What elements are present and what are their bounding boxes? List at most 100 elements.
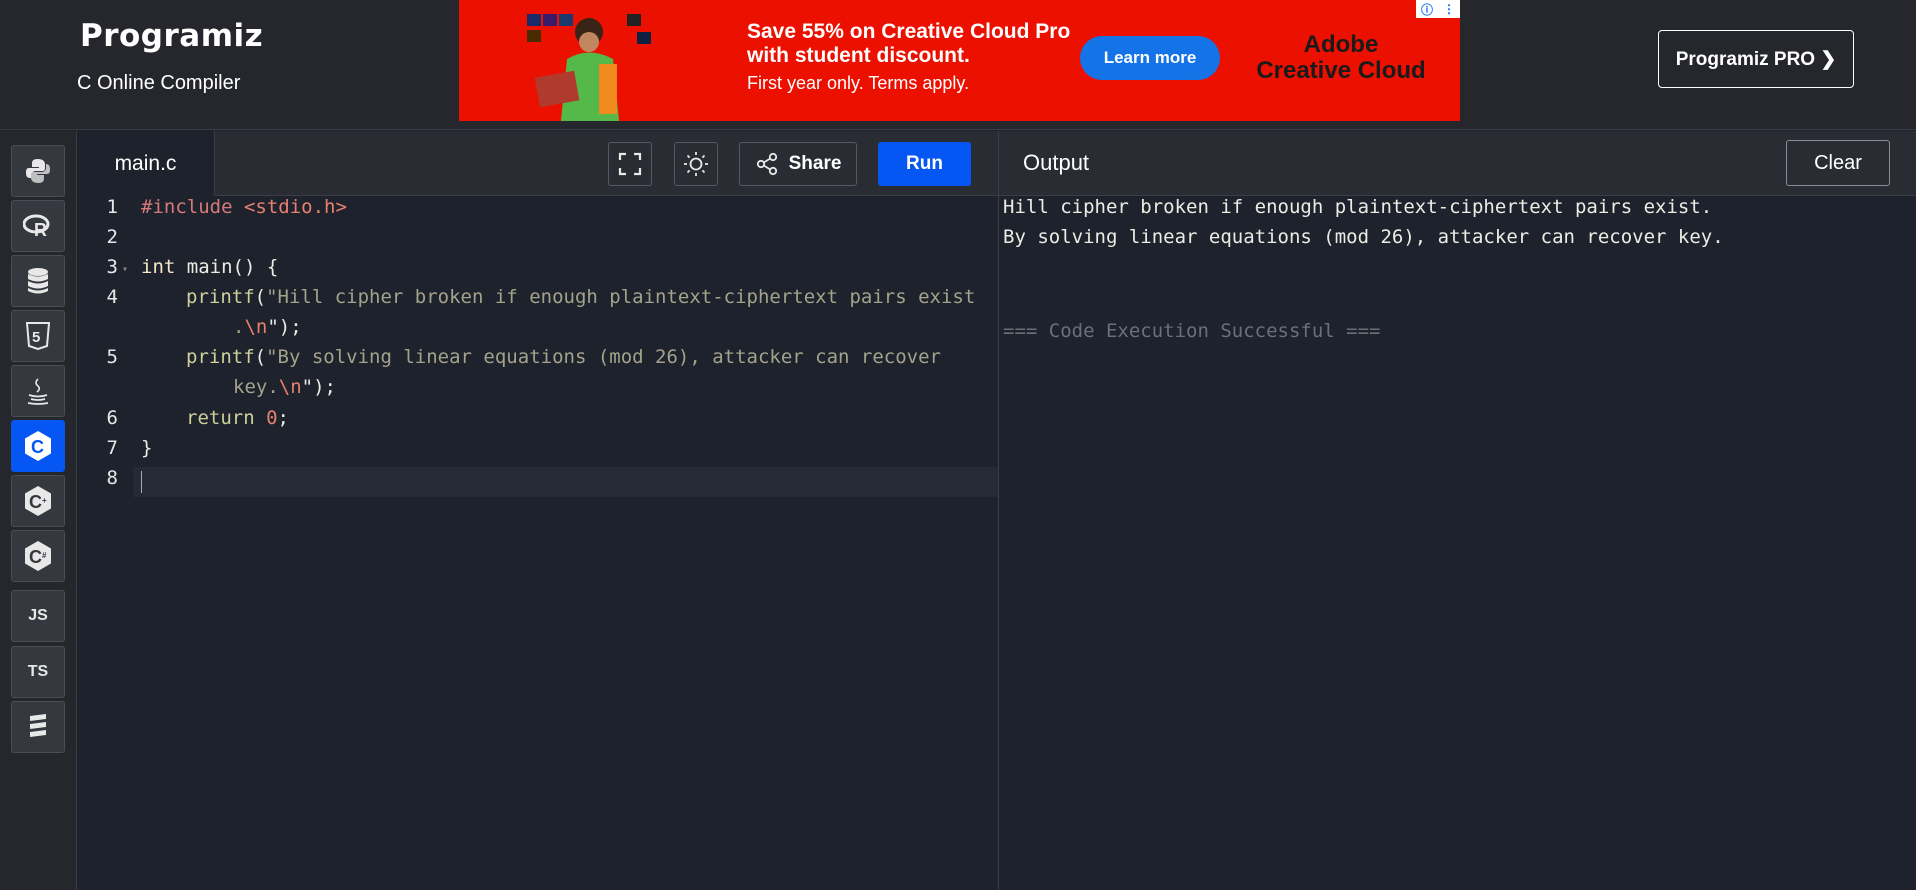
- svg-text:#: #: [42, 551, 47, 560]
- editor-toolbar: main.c Share Run: [77, 131, 998, 196]
- line-number: 4: [106, 286, 118, 308]
- code-token: \n: [244, 316, 268, 338]
- execution-status: === Code Execution Successful ===: [1003, 320, 1381, 342]
- database-icon: [28, 268, 48, 294]
- ad-headline-line2: with student discount.: [747, 44, 970, 67]
- code-line: printf("Hill cipher broken if enough pla…: [186, 282, 975, 312]
- ad-subline: First year only. Terms apply.: [747, 73, 970, 93]
- run-button[interactable]: Run: [878, 142, 971, 186]
- code-line: printf("By solving linear equations (mod…: [186, 342, 941, 372]
- svg-text:5: 5: [32, 329, 40, 346]
- language-sidebar: R 5 C C + C # JS TS: [0, 131, 77, 890]
- code-token: printf: [186, 286, 255, 308]
- ad-learn-more-button[interactable]: Learn more: [1080, 36, 1220, 80]
- ts-label: TS: [27, 663, 49, 680]
- code-line: }: [141, 433, 152, 463]
- code-line: key.\n");: [233, 372, 336, 402]
- programiz-logo[interactable]: Programiz: [80, 18, 263, 54]
- code-token: }: [141, 437, 153, 459]
- line-number: 1: [106, 196, 118, 218]
- code-line: int main() {: [141, 252, 278, 282]
- r-icon: R: [23, 214, 50, 239]
- sidebar-item-html[interactable]: 5: [11, 310, 65, 362]
- code-token: 0: [266, 407, 278, 429]
- sidebar-item-java[interactable]: [11, 365, 65, 417]
- code-token: main() {: [175, 256, 279, 278]
- c-icon: C: [25, 431, 51, 461]
- java-icon: [27, 378, 49, 405]
- code-line: .\n");: [233, 312, 302, 342]
- code-token: "Hill cipher broken if enough plaintext-…: [266, 286, 976, 308]
- line-number: 6: [106, 407, 118, 429]
- output-line: Hill cipher broken if enough plaintext-c…: [1003, 196, 1713, 218]
- info-icon[interactable]: ⓘ: [1421, 1, 1433, 18]
- sidebar-item-r[interactable]: R: [11, 200, 65, 252]
- fullscreen-button[interactable]: [608, 142, 652, 186]
- sidebar-item-cpp[interactable]: C +: [11, 475, 65, 527]
- sidebar-item-typescript[interactable]: TS: [11, 646, 65, 698]
- output-console: Hill cipher broken if enough plaintext-c…: [999, 196, 1916, 890]
- sidebar-item-sql[interactable]: [11, 255, 65, 307]
- code-token: printf: [186, 346, 255, 368]
- line-number: 5: [106, 346, 118, 368]
- ad-info-badge[interactable]: ⓘ ⋮: [1416, 0, 1460, 18]
- ad-illustration-icon: [527, 14, 651, 121]
- code-token: int: [141, 256, 176, 278]
- code-token: .: [233, 316, 245, 338]
- sidebar-item-python[interactable]: [11, 145, 65, 197]
- code-token: ;: [277, 407, 289, 429]
- output-title: Output: [1023, 150, 1090, 175]
- code-token: (: [254, 346, 267, 368]
- code-token: #include: [141, 196, 244, 218]
- ad-menu-icon[interactable]: ⋮: [1443, 2, 1455, 16]
- sidebar-item-csharp[interactable]: C #: [11, 530, 65, 582]
- sidebar-item-swift[interactable]: [11, 701, 65, 753]
- sidebar-item-c[interactable]: C: [11, 420, 65, 472]
- code-token: key.: [233, 376, 279, 398]
- html5-icon: 5: [25, 322, 51, 350]
- code-token: ");: [267, 316, 302, 338]
- page-subtitle: C Online Compiler: [77, 72, 241, 94]
- line-number: 7: [106, 437, 118, 459]
- line-number: 2: [106, 226, 118, 248]
- ad-headline: Save 55% on Creative Cloud Pro with stud…: [747, 20, 1070, 68]
- theme-toggle-button[interactable]: [674, 142, 718, 186]
- svg-text:+: +: [42, 496, 47, 505]
- share-button[interactable]: Share: [739, 142, 857, 186]
- code-token: (: [254, 286, 267, 308]
- output-line: By solving linear equations (mod 26), at…: [1003, 226, 1724, 248]
- text-cursor: [141, 471, 142, 493]
- fullscreen-icon: [618, 152, 642, 176]
- code-token: ");: [301, 376, 336, 398]
- code-token: <stdio.h>: [243, 196, 347, 218]
- ad-brand-line2: Creative Cloud: [1256, 57, 1426, 84]
- cpp-icon: C +: [25, 486, 51, 516]
- line-number: 8: [106, 467, 118, 489]
- share-icon: [756, 152, 777, 176]
- svg-text:C: C: [29, 492, 42, 512]
- js-label: JS: [28, 607, 48, 624]
- svg-text:R: R: [34, 220, 47, 239]
- fold-arrow-icon[interactable]: ▾: [122, 264, 128, 275]
- line-number: 3: [106, 256, 118, 278]
- svg-text:C: C: [29, 547, 42, 567]
- active-line-highlight: [133, 467, 998, 497]
- clear-button[interactable]: Clear: [1786, 140, 1890, 186]
- output-header: Output Clear: [999, 131, 1916, 196]
- sidebar-item-javascript[interactable]: JS: [11, 590, 65, 642]
- ad-brand-line1: Adobe: [1303, 31, 1379, 58]
- code-token: \n: [278, 376, 302, 398]
- tab-main-c[interactable]: main.c: [77, 131, 215, 196]
- programiz-pro-button[interactable]: Programiz PRO ❯: [1658, 30, 1854, 88]
- sun-icon: [684, 152, 708, 176]
- csharp-icon: C #: [25, 541, 51, 571]
- swift-icon: [30, 714, 46, 737]
- python-icon: [26, 159, 50, 183]
- ad-banner[interactable]: Save 55% on Creative Cloud Pro with stud…: [459, 0, 1460, 121]
- share-label: Share: [788, 153, 842, 174]
- code-line: #include <stdio.h>: [141, 192, 347, 222]
- top-header: Programiz C Online Compiler Save 55% on …: [0, 0, 1916, 130]
- ad-headline-line1: Save 55% on Creative Cloud Pro: [747, 20, 1071, 43]
- code-token: return: [186, 407, 255, 429]
- code-editor[interactable]: 1 2 3 4 5 6 7 8 ▾ #include <stdio.h> int…: [77, 196, 998, 890]
